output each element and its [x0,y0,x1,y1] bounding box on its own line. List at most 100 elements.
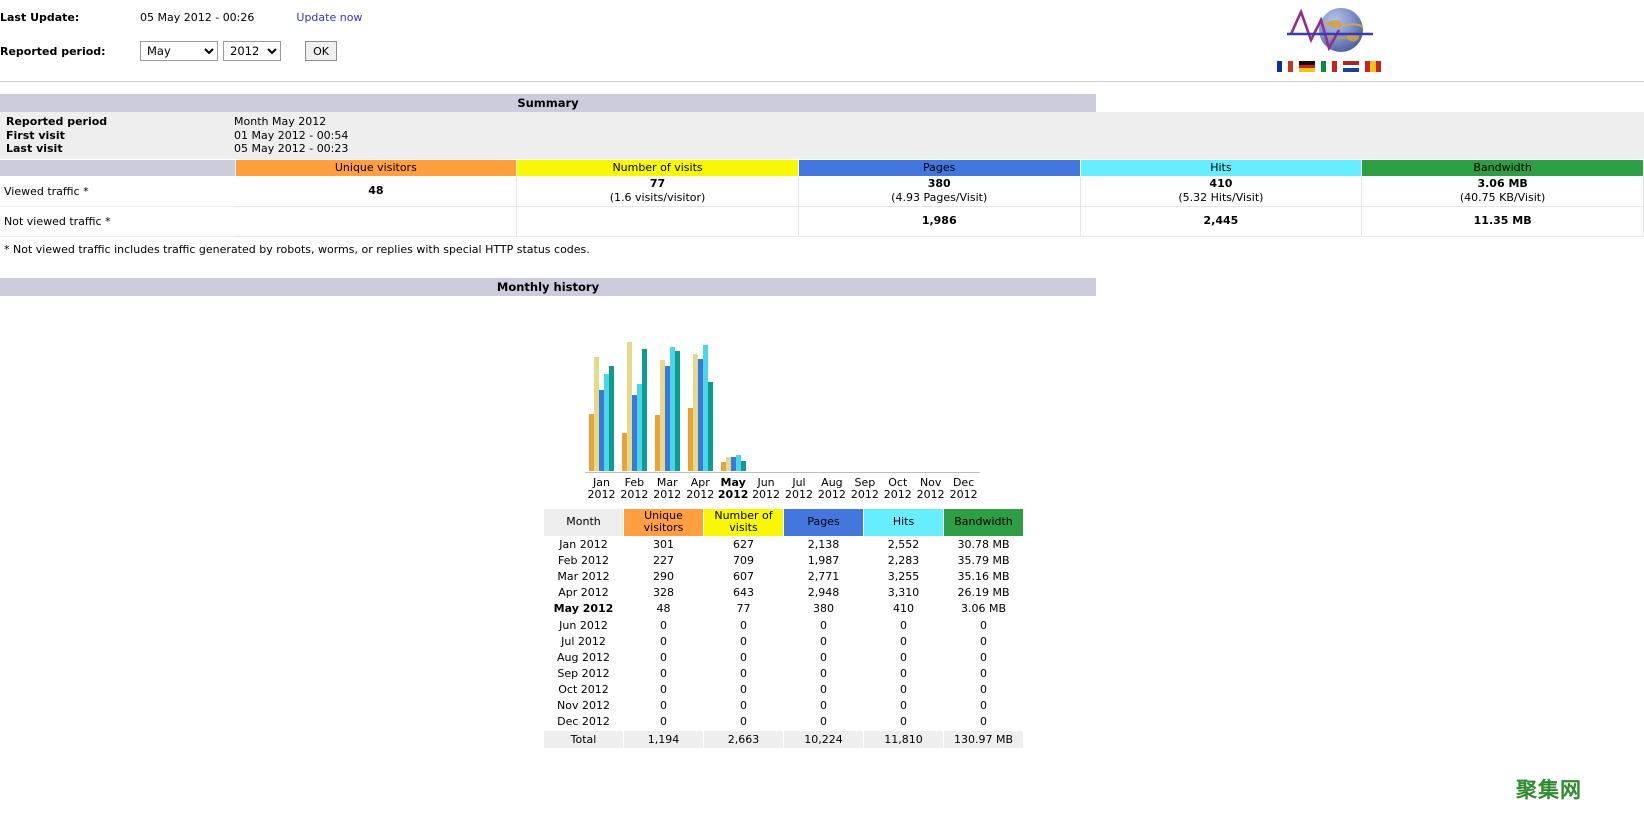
unique-visitors-cell: 301 [624,536,704,552]
bandwidth-cell: 30.78 MB [944,536,1024,552]
monthly-col-month: Month [544,508,624,536]
chart-bar-bandwidth-mb [642,349,647,471]
summary-header-row: Unique visitors Number of visits Pages H… [0,159,1644,176]
summary-info-row: First visit 01 May 2012 - 00:54 [0,129,348,143]
chart-bar-group [947,308,980,471]
summary-info-value: Month May 2012 [234,115,348,129]
chart-bar-group [717,308,750,471]
summary-cell-sub: (4.93 Pages/Visit) [799,191,1080,205]
chart-x-label-year: 2012 [881,489,914,502]
summary-info-value: 05 May 2012 - 00:23 [234,142,348,156]
summary-col-pages: Pages [798,159,1080,176]
header-form-table: Last Update: 05 May 2012 - 00:26 Update … [0,0,362,68]
month-cell: Nov 2012 [544,698,624,714]
hits-cell: 0 [864,617,944,633]
summary-cell-sub: (40.75 KB/Visit) [1362,191,1643,205]
visits-cell: 0 [704,666,784,682]
france-flag-icon[interactable] [1277,61,1293,72]
total-label: Total [544,730,624,748]
month-cell: Aug 2012 [544,649,624,665]
visits-cell: 0 [704,649,784,665]
chart-x-label-year: 2012 [783,489,816,502]
chart-x-label: Feb2012 [618,474,651,508]
chart-x-label-year: 2012 [618,489,651,502]
pages-cell: 0 [784,649,864,665]
monthly-table-row: Sep 201200000 [544,666,1024,682]
page-header: Last Update: 05 May 2012 - 00:26 Update … [0,0,1644,82]
unique-visitors-cell: 0 [624,617,704,633]
chart-x-label-year: 2012 [684,489,717,502]
monthly-table-row: Jun 201200000 [544,617,1024,633]
pages-cell: 1,987 [784,552,864,568]
bandwidth-cell: 0 [944,698,1024,714]
visits-cell: 627 [704,536,784,552]
bandwidth-cell: 0 [944,714,1024,730]
pages-cell: 0 [784,633,864,649]
total-hits: 11,810 [864,730,944,748]
period-controls: May 2012 OK [140,34,362,68]
last-update-value: 05 May 2012 - 00:26 [140,0,254,34]
monthly-col-hits: Hits [864,508,944,536]
chart-x-label-month: Sep [854,476,875,489]
chart-x-label-month: Oct [888,476,907,489]
bandwidth-cell: 0 [944,633,1024,649]
monthly-table-row: Feb 20122277091,9872,28335.79 MB [544,552,1024,568]
monthly-table-row: Jul 201200000 [544,633,1024,649]
summary-row-viewed-traffic: Viewed traffic * 48 77 (1.6 visits/visit… [0,176,1644,206]
chart-bar-bandwidth-mb [708,382,713,471]
chart-bar-group [684,308,717,471]
italy-flag-icon[interactable] [1321,61,1337,72]
summary-cell-unique-visitors [235,206,517,236]
summary-banner: Summary [0,94,1096,112]
summary-cell-visits [517,206,799,236]
summary-cell-value: 1,986 [799,214,1080,228]
visits-cell: 0 [704,633,784,649]
bandwidth-cell: 3.06 MB [944,601,1024,617]
chart-x-label-month: Feb [625,476,644,489]
summary-col-hits: Hits [1080,159,1362,176]
summary-info-table: Reported period Month May 2012 First vis… [0,115,348,156]
chart-x-label-month: Jan [593,476,610,489]
monthly-history-chart: Jan2012Feb2012Mar2012Apr2012May2012Jun20… [0,296,1644,508]
unique-visitors-cell: 227 [624,552,704,568]
monthly-table-wrapper: Month Unique visitors Number of visits P… [0,508,1644,749]
total-visits: 2,663 [704,730,784,748]
netherlands-flag-icon[interactable] [1343,61,1359,72]
chart-bar-group [585,308,618,471]
visits-cell: 0 [704,617,784,633]
chart-x-label-month: Nov [920,476,941,489]
chart-x-label-month: Aug [821,476,842,489]
spain-flag-icon[interactable] [1365,61,1381,72]
hits-cell: 0 [864,682,944,698]
hits-cell: 0 [864,714,944,730]
summary-cell-value: 2,445 [1081,214,1362,228]
summary-cell-sub: (5.32 Hits/Visit) [1081,191,1362,205]
pages-cell: 0 [784,682,864,698]
year-select[interactable]: 2012 [223,41,281,61]
bandwidth-cell: 26.19 MB [944,585,1024,601]
chart-x-label: May2012 [717,474,750,508]
monthly-table-row: Oct 201200000 [544,682,1024,698]
chart-x-label-month: Dec [953,476,974,489]
monthly-col-unique-visitors: Unique visitors [624,508,704,536]
month-select[interactable]: May [140,41,218,61]
chart-x-label: Aug2012 [815,474,848,508]
monthly-history-banner: Monthly history [0,278,1096,296]
hits-cell: 0 [864,633,944,649]
hits-cell: 410 [864,601,944,617]
monthly-table-row: Jan 20123016272,1382,55230.78 MB [544,536,1024,552]
monthly-col-pages: Pages [784,508,864,536]
chart-bar-group [914,308,947,471]
ok-button[interactable]: OK [305,41,337,61]
update-now-link[interactable]: Update now [254,11,362,24]
pages-cell: 0 [784,666,864,682]
month-cell: Jan 2012 [544,536,624,552]
total-bandwidth: 130.97 MB [944,730,1024,748]
germany-flag-icon[interactable] [1299,61,1315,72]
pages-cell: 2,771 [784,568,864,584]
summary-col-visits: Number of visits [517,159,799,176]
chart-bar-bandwidth-mb [741,461,746,471]
summary-cell-value: 77 [517,177,798,191]
summary-info-value: 01 May 2012 - 00:54 [234,129,348,143]
chart-x-label-year: 2012 [750,489,783,502]
